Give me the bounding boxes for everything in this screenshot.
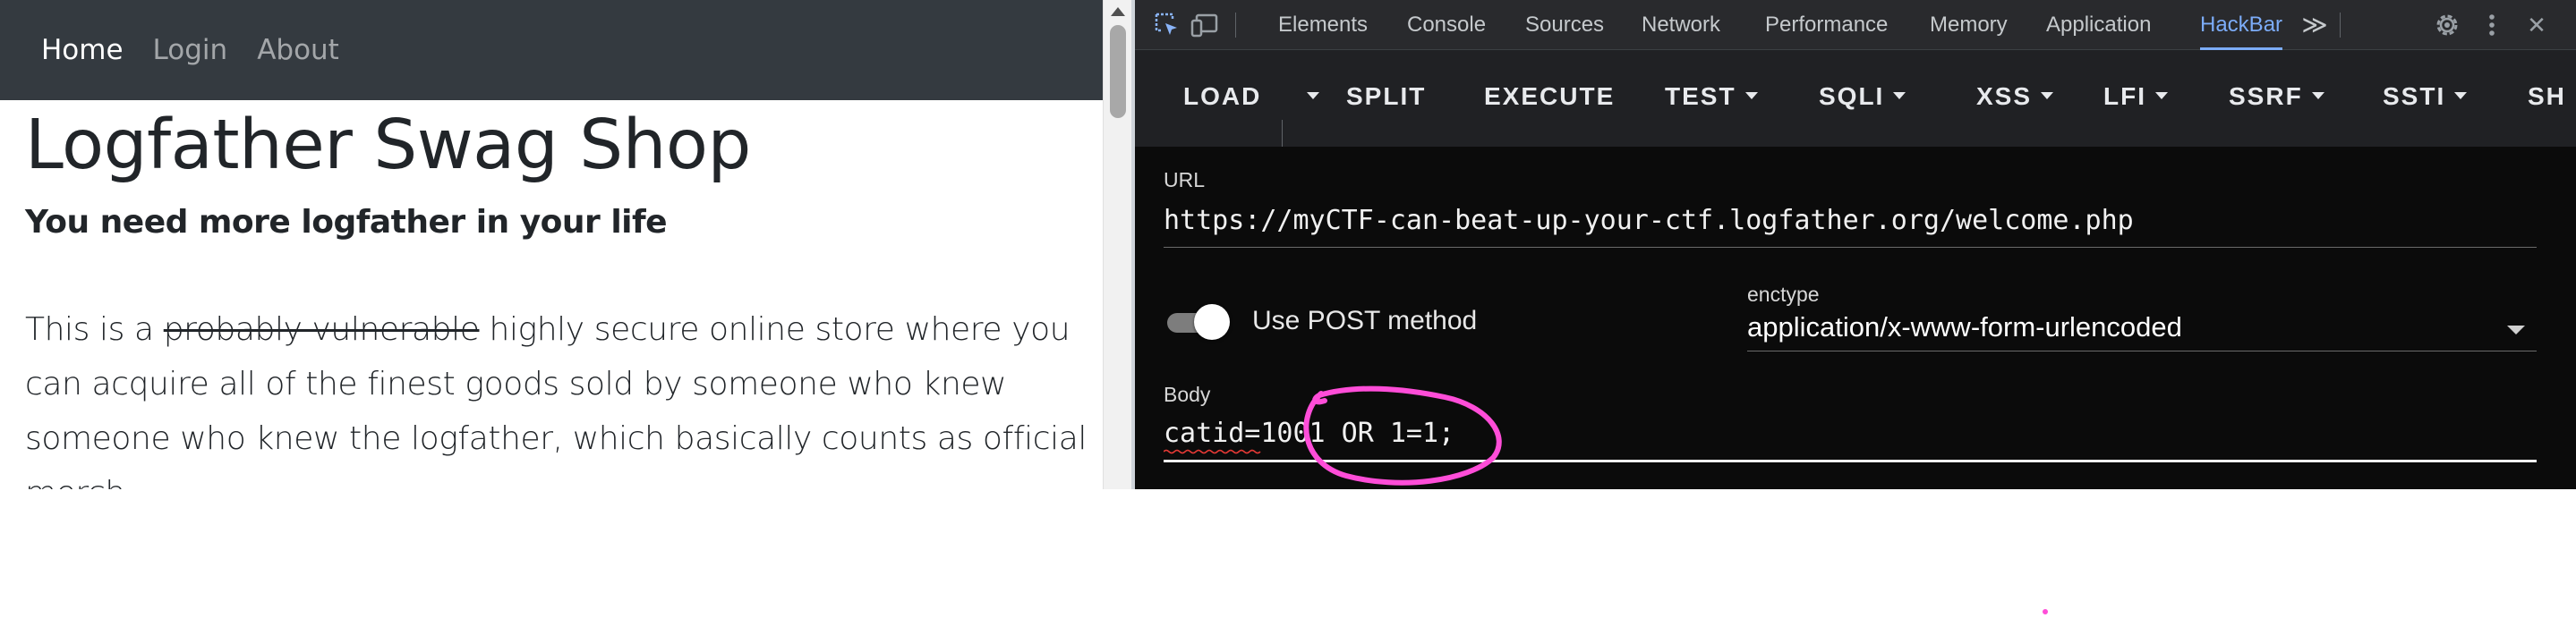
lfi-menu-label: LFI bbox=[2103, 82, 2146, 110]
body-input[interactable]: catid=1001 OR 1=1; bbox=[1164, 418, 1454, 449]
sh-menu-button[interactable]: SH bbox=[2528, 75, 2566, 118]
chevron-down-icon bbox=[2311, 91, 2324, 99]
post-method-label[interactable]: Use POST method bbox=[1252, 306, 1477, 336]
chevron-down-icon bbox=[2041, 91, 2054, 99]
hackbar-toolbar: LOAD SPLIT EXECUTE TEST SQLI XSS LFI SSR… bbox=[1135, 50, 2576, 195]
chevron-down-icon bbox=[2155, 91, 2168, 99]
ssrf-menu-button[interactable]: SSRF bbox=[2229, 75, 2324, 118]
chevron-down-icon bbox=[1744, 91, 1758, 99]
tab-sources[interactable]: Sources bbox=[1525, 0, 1604, 50]
ssrf-menu-label: SSRF bbox=[2229, 82, 2303, 110]
url-input[interactable]: https://myCTF-can-beat-up-your-ctf.logfa… bbox=[1164, 205, 2134, 236]
page-scrollbar[interactable] bbox=[1103, 0, 1131, 489]
enctype-dropdown-arrow-icon[interactable] bbox=[2507, 326, 2525, 334]
execute-button[interactable]: EXECUTE bbox=[1484, 75, 1615, 118]
lfi-menu-button[interactable]: LFI bbox=[2103, 75, 2168, 118]
description-struck-text: probably vulnerable bbox=[163, 311, 480, 348]
enctype-select[interactable]: application/x-www-form-urlencoded bbox=[1747, 311, 2182, 343]
site-navbar: Home Login About bbox=[0, 0, 1103, 100]
inspect-element-icon[interactable] bbox=[1153, 11, 1181, 39]
page-description: This is a probably vulnerable highly sec… bbox=[25, 302, 1099, 489]
kebab-menu-icon[interactable] bbox=[2478, 11, 2506, 39]
tab-hackbar[interactable]: HackBar bbox=[2200, 0, 2283, 50]
devtools-tabbar: Elements Console Sources Network Perform… bbox=[1135, 0, 2576, 50]
scroll-up-arrow-icon[interactable] bbox=[1111, 7, 1125, 16]
toggle-thumb bbox=[1194, 304, 1230, 340]
chevron-down-icon bbox=[1893, 91, 1906, 99]
chevron-down-icon bbox=[2454, 91, 2468, 99]
chevron-down-icon bbox=[1307, 91, 1319, 99]
xss-menu-button[interactable]: XSS bbox=[1976, 75, 2054, 118]
page-subtitle: You need more logfather in your life bbox=[25, 204, 668, 241]
nav-home-link[interactable]: Home bbox=[41, 34, 124, 66]
load-button[interactable]: LOAD bbox=[1183, 75, 1261, 118]
ssti-menu-label: SSTI bbox=[2383, 82, 2446, 110]
load-dropdown-button[interactable] bbox=[1298, 75, 1319, 118]
devtools-pane: Elements Console Sources Network Perform… bbox=[1135, 0, 2576, 489]
nav-about-link[interactable]: About bbox=[257, 34, 339, 66]
tab-application[interactable]: Application bbox=[2046, 0, 2151, 50]
sqli-menu-button[interactable]: SQLI bbox=[1819, 75, 1906, 118]
annotation-dot bbox=[2043, 609, 2048, 614]
tab-console[interactable]: Console bbox=[1407, 0, 1486, 50]
ssti-menu-button[interactable]: SSTI bbox=[2383, 75, 2468, 118]
page-title: Logfather Swag Shop bbox=[25, 106, 751, 185]
test-menu-label: TEST bbox=[1665, 82, 1736, 110]
tabbar-separator bbox=[1235, 13, 1236, 38]
tab-performance[interactable]: Performance bbox=[1765, 0, 1888, 50]
tabbar-separator bbox=[2340, 13, 2341, 38]
more-tabs-icon[interactable]: ≫ bbox=[2300, 11, 2329, 39]
split-button[interactable]: SPLIT bbox=[1346, 75, 1426, 118]
xss-menu-label: XSS bbox=[1976, 82, 2033, 110]
tab-elements[interactable]: Elements bbox=[1278, 0, 1368, 50]
device-toolbar-icon[interactable] bbox=[1190, 11, 1219, 39]
tab-network[interactable]: Network bbox=[1642, 0, 1720, 50]
website-pane: Home Login About Logfather Swag Shop You… bbox=[0, 0, 1103, 489]
close-icon[interactable]: ✕ bbox=[2522, 11, 2551, 39]
nav-login-link[interactable]: Login bbox=[153, 34, 228, 66]
description-lead: This is a bbox=[25, 311, 154, 348]
settings-icon[interactable] bbox=[2433, 11, 2461, 39]
test-menu-button[interactable]: TEST bbox=[1665, 75, 1758, 118]
sqli-menu-label: SQLI bbox=[1819, 82, 1885, 110]
tab-memory[interactable]: Memory bbox=[1930, 0, 2008, 50]
page-scrollbar-thumb[interactable] bbox=[1110, 25, 1126, 118]
post-method-toggle[interactable] bbox=[1164, 304, 1230, 340]
